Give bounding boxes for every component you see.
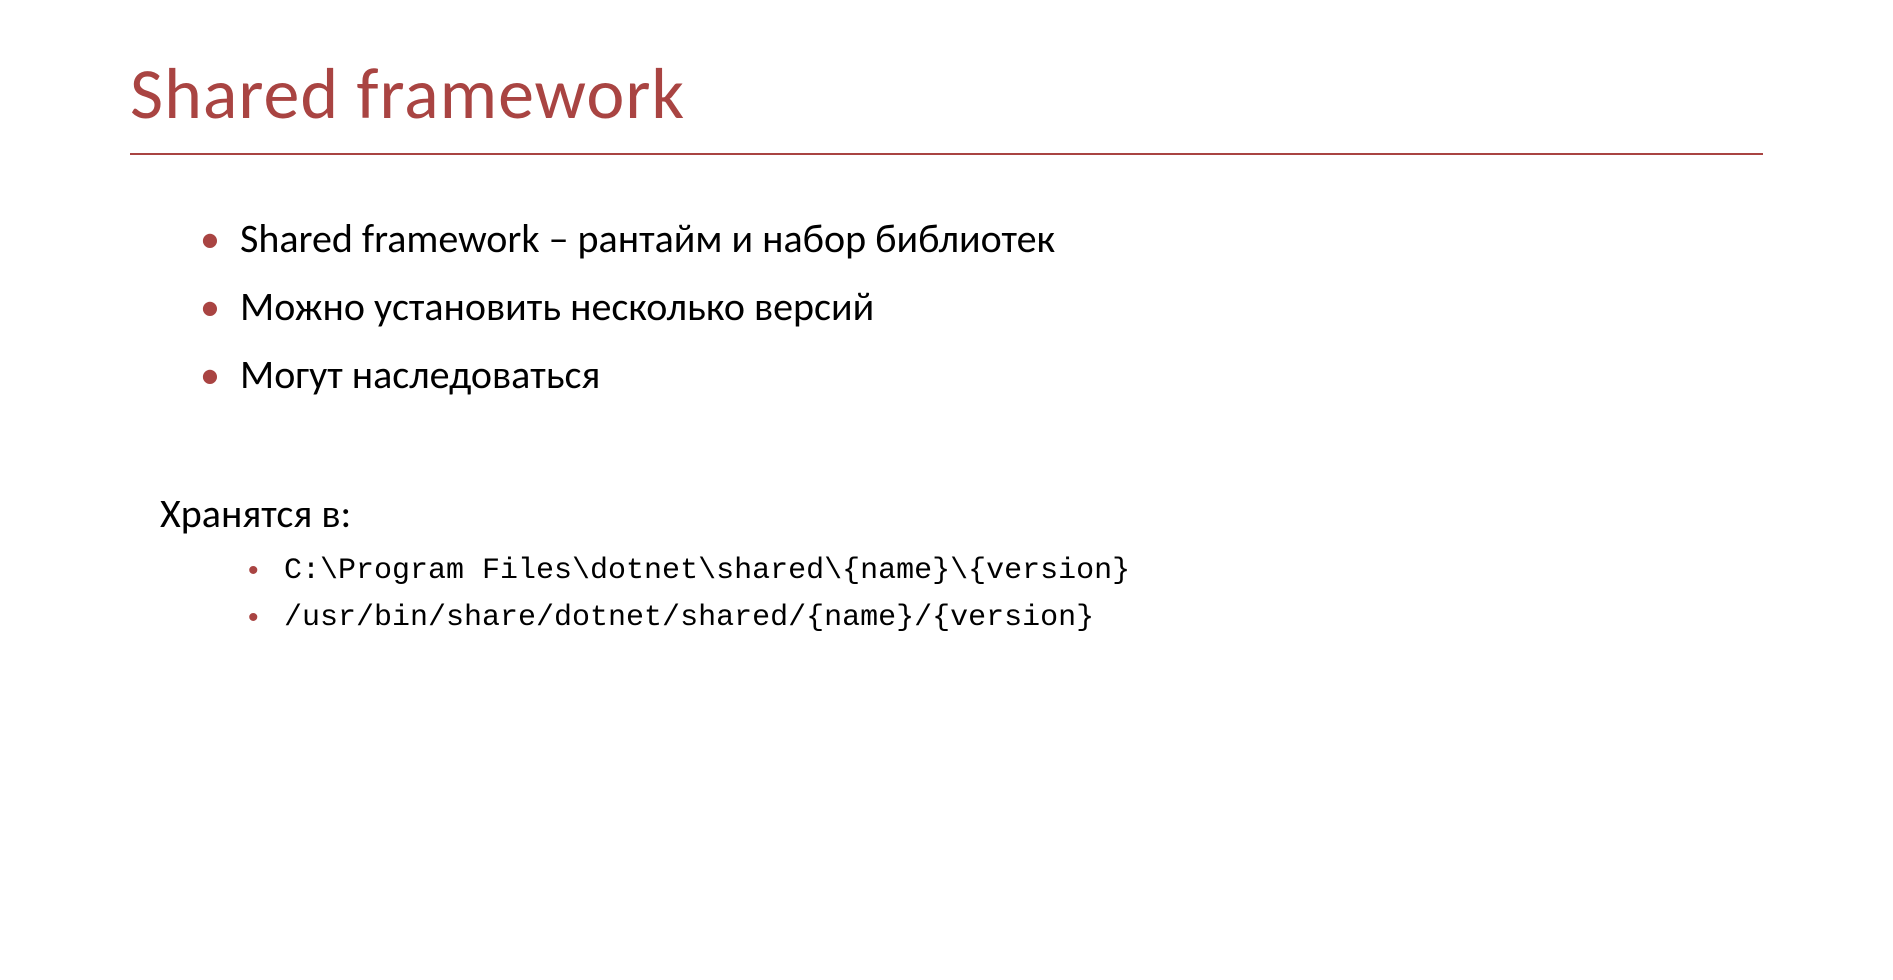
main-bullet-list: Shared framework – рантайм и набор библи… <box>160 205 1763 409</box>
slide-content: Shared framework – рантайм и набор библи… <box>130 205 1763 641</box>
bullet-item: Shared framework – рантайм и набор библи… <box>200 205 1763 273</box>
slide-title: Shared framework <box>130 50 1763 153</box>
bullet-item: Можно установить несколько версий <box>200 273 1763 341</box>
sub-bullet-item: /usr/bin/share/dotnet/shared/{name}/{ver… <box>248 595 1763 642</box>
bullet-item: Могут наследоваться <box>200 341 1763 409</box>
title-divider <box>130 153 1763 155</box>
storage-subheading: Хранятся в: <box>160 489 1763 538</box>
sub-bullet-list: C:\Program Files\dotnet\shared\{name}\{v… <box>160 548 1763 641</box>
slide-container: Shared framework Shared framework – рант… <box>0 0 1893 980</box>
sub-bullet-item: C:\Program Files\dotnet\shared\{name}\{v… <box>248 548 1763 595</box>
